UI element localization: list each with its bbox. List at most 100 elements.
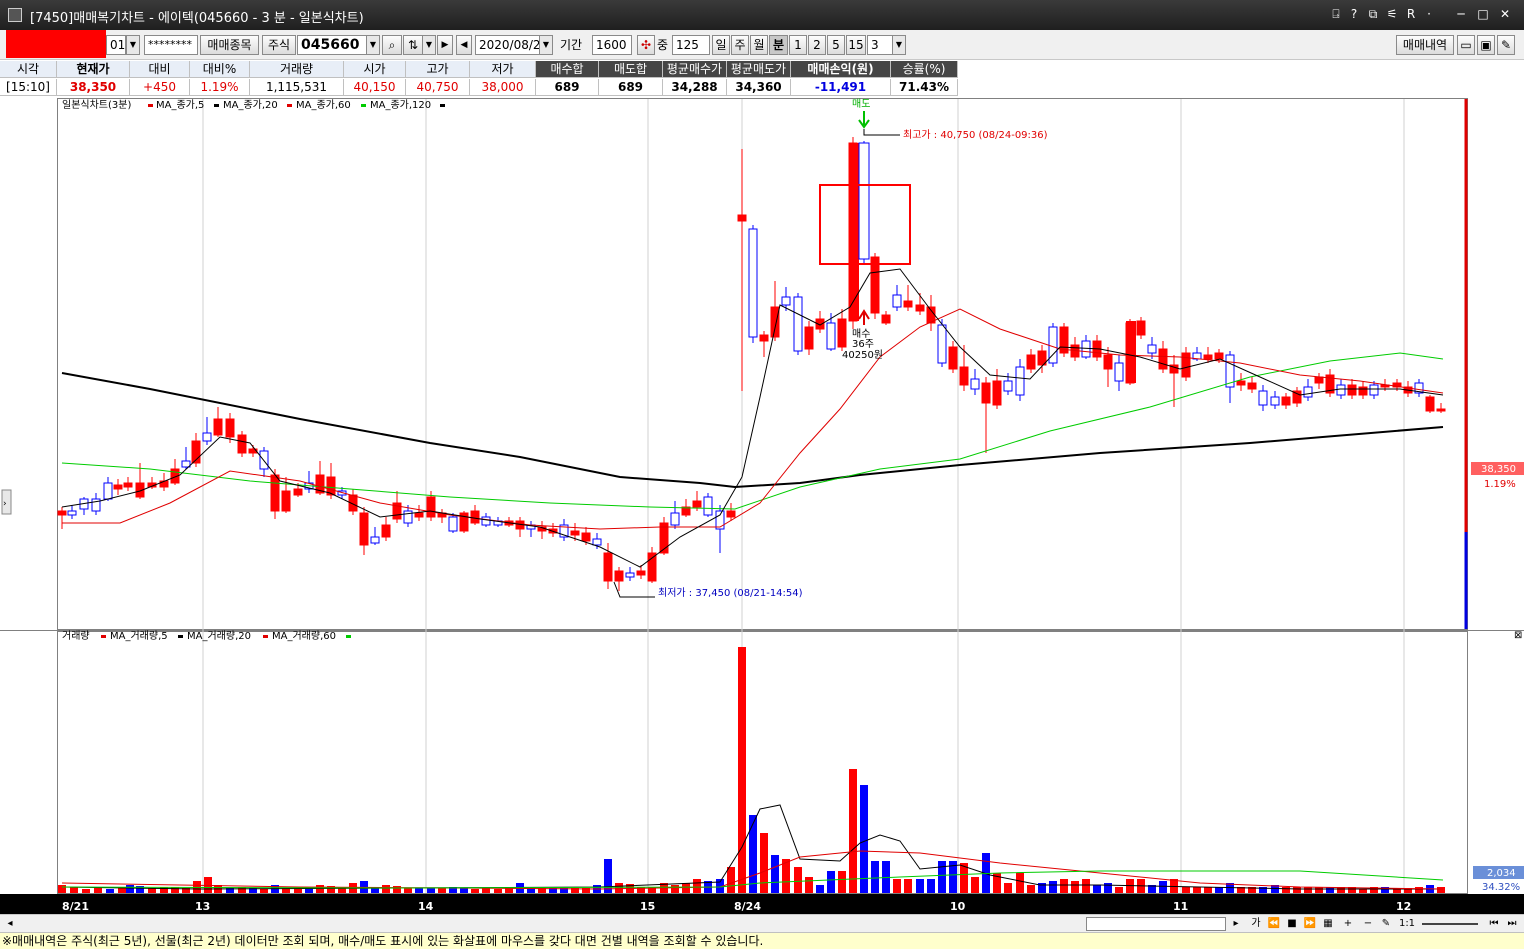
candle-body xyxy=(370,536,380,544)
candle-body xyxy=(448,516,458,532)
minimize-icon[interactable]: ─ xyxy=(1452,6,1470,22)
rewind-icon[interactable]: ⏪ xyxy=(1266,917,1282,931)
close-pane-icon[interactable]: ⊠ xyxy=(1514,630,1522,641)
candle-body xyxy=(715,510,725,530)
zoom-out-icon[interactable]: − xyxy=(1360,917,1376,931)
volume-bar xyxy=(460,888,468,893)
date-dropdown-icon[interactable]: ▼ xyxy=(539,35,553,55)
candle-body xyxy=(414,512,424,518)
sort-dropdown-icon[interactable]: ▼ xyxy=(422,35,436,55)
stop-icon[interactable]: ■ xyxy=(1284,917,1300,931)
minute-option-5[interactable]: 5 xyxy=(827,35,845,55)
prev-icon[interactable]: ◀ xyxy=(456,35,472,55)
x-axis-label: 12 xyxy=(1396,900,1411,913)
trade-history-button[interactable]: 매매내역 xyxy=(1396,35,1454,55)
folder-icon[interactable]: ▭ xyxy=(1457,35,1475,55)
volume-bar xyxy=(1159,881,1167,893)
forward-icon[interactable]: ⏩ xyxy=(1302,917,1318,931)
volume-bar xyxy=(771,855,779,893)
sort-icon[interactable]: ⇅ xyxy=(403,35,423,55)
volume-bar xyxy=(904,879,912,893)
candle-body xyxy=(625,572,635,578)
chart-area[interactable]: 일본식차트(3분) MA_종가,5 MA_종가,20 MA_종가,60 MA_종… xyxy=(0,97,1524,915)
stock-code-input[interactable]: 045660 xyxy=(297,35,367,55)
scroll-left-icon[interactable]: ◂ xyxy=(2,917,18,931)
calendar-icon[interactable]: ▦ xyxy=(1320,917,1336,931)
volume-bar xyxy=(260,889,268,893)
first-page-icon[interactable]: ⏮ xyxy=(1486,917,1502,931)
zoom-in-icon[interactable]: + xyxy=(1340,917,1356,931)
minute-option-1[interactable]: 1 xyxy=(789,35,807,55)
quote-avg-buy: 34,288 xyxy=(663,79,727,96)
help-icon[interactable]: ? xyxy=(1345,6,1363,22)
pin-icon[interactable]: ⍈ xyxy=(1327,6,1345,22)
legend-swatch xyxy=(287,104,292,107)
settings-icon[interactable]: ⚟ xyxy=(1383,6,1401,22)
candle-body xyxy=(57,510,67,516)
next-icon[interactable]: ▶ xyxy=(437,35,453,55)
quote-header: 매수합 xyxy=(536,61,599,78)
close-icon[interactable]: ✕ xyxy=(1496,6,1514,22)
volume-bar xyxy=(849,769,857,893)
wrench-icon[interactable]: ✎ xyxy=(1497,35,1515,55)
link-icon[interactable]: ⧉ xyxy=(1364,6,1382,22)
refresh-icon[interactable]: R xyxy=(1402,6,1420,22)
account-suffix-field[interactable]: 01 xyxy=(106,35,126,55)
account-dropdown-icon[interactable]: ▼ xyxy=(126,35,140,55)
volume-bar xyxy=(1115,887,1123,893)
candle-body xyxy=(703,496,713,516)
quote-header: 현재가 xyxy=(57,61,130,78)
quote-header: 저가 xyxy=(470,61,536,78)
tool-icon[interactable]: ✎ xyxy=(1378,917,1394,931)
scrollbar-thumb[interactable] xyxy=(1086,917,1226,931)
scroll-right-icon[interactable]: ▸ xyxy=(1228,917,1244,931)
last-page-icon[interactable]: ⏭ xyxy=(1504,917,1520,931)
count-label: 중 xyxy=(657,38,669,52)
minute-custom-input[interactable]: 3 xyxy=(867,35,893,55)
stock-code-dropdown-icon[interactable]: ▼ xyxy=(366,35,380,55)
volume-bar xyxy=(382,885,390,893)
quote-header: 시각 xyxy=(0,61,57,78)
volume-bar xyxy=(860,785,868,893)
tab-day[interactable]: 일 xyxy=(712,35,730,55)
tab-month[interactable]: 월 xyxy=(750,35,768,55)
minute-option-2[interactable]: 2 xyxy=(808,35,826,55)
candle-body xyxy=(359,512,369,546)
trade-items-button[interactable]: 매매종목 xyxy=(200,35,259,55)
candle-body xyxy=(1158,348,1168,370)
candle-body xyxy=(1181,352,1191,378)
dot-icon[interactable]: · xyxy=(1420,6,1438,22)
volume-legend-ma20: MA_거래량,20 xyxy=(187,630,251,642)
volume-bar xyxy=(1437,887,1445,893)
price-legend-title: 일본식차트(3분) xyxy=(62,99,131,111)
change-tag: 1.19% xyxy=(1484,479,1516,490)
quote-current-price: 38,350 xyxy=(57,79,130,96)
candlestick-chart[interactable]: 일본식차트(3분) MA_종가,5 MA_종가,20 MA_종가,60 MA_종… xyxy=(0,97,1524,915)
volume-bar xyxy=(871,861,879,893)
date-field[interactable]: 2020/08/24 xyxy=(475,35,540,55)
candle-body xyxy=(1081,340,1091,358)
volume-bar xyxy=(70,887,78,893)
volume-bar xyxy=(427,888,435,893)
expand-arrow-icon[interactable]: › xyxy=(3,499,7,509)
count-input[interactable]: 125 xyxy=(672,35,710,55)
candle-body xyxy=(992,380,1002,406)
password-field[interactable]: ******** xyxy=(144,35,198,55)
search-icon[interactable]: ⌕ xyxy=(382,35,402,55)
zoom-slider[interactable] xyxy=(1422,923,1478,925)
save-icon[interactable]: ▣ xyxy=(1477,35,1495,55)
market-type-button[interactable]: 주식 xyxy=(262,35,296,55)
tab-minute[interactable]: 분 xyxy=(769,35,788,55)
candle-body xyxy=(225,418,235,438)
candle-body xyxy=(981,382,991,404)
crosshair-icon[interactable]: ✣ xyxy=(637,35,655,55)
maximize-icon[interactable]: □ xyxy=(1474,6,1492,22)
candle-body xyxy=(915,304,925,312)
candle-body xyxy=(1270,396,1280,406)
minute-dropdown-icon[interactable]: ▼ xyxy=(892,35,906,55)
period-input[interactable]: 1600 xyxy=(592,35,632,55)
minute-option-15[interactable]: 15 xyxy=(846,35,866,55)
candle-body xyxy=(1214,352,1224,360)
candle-body xyxy=(1436,408,1446,412)
tab-week[interactable]: 주 xyxy=(731,35,749,55)
